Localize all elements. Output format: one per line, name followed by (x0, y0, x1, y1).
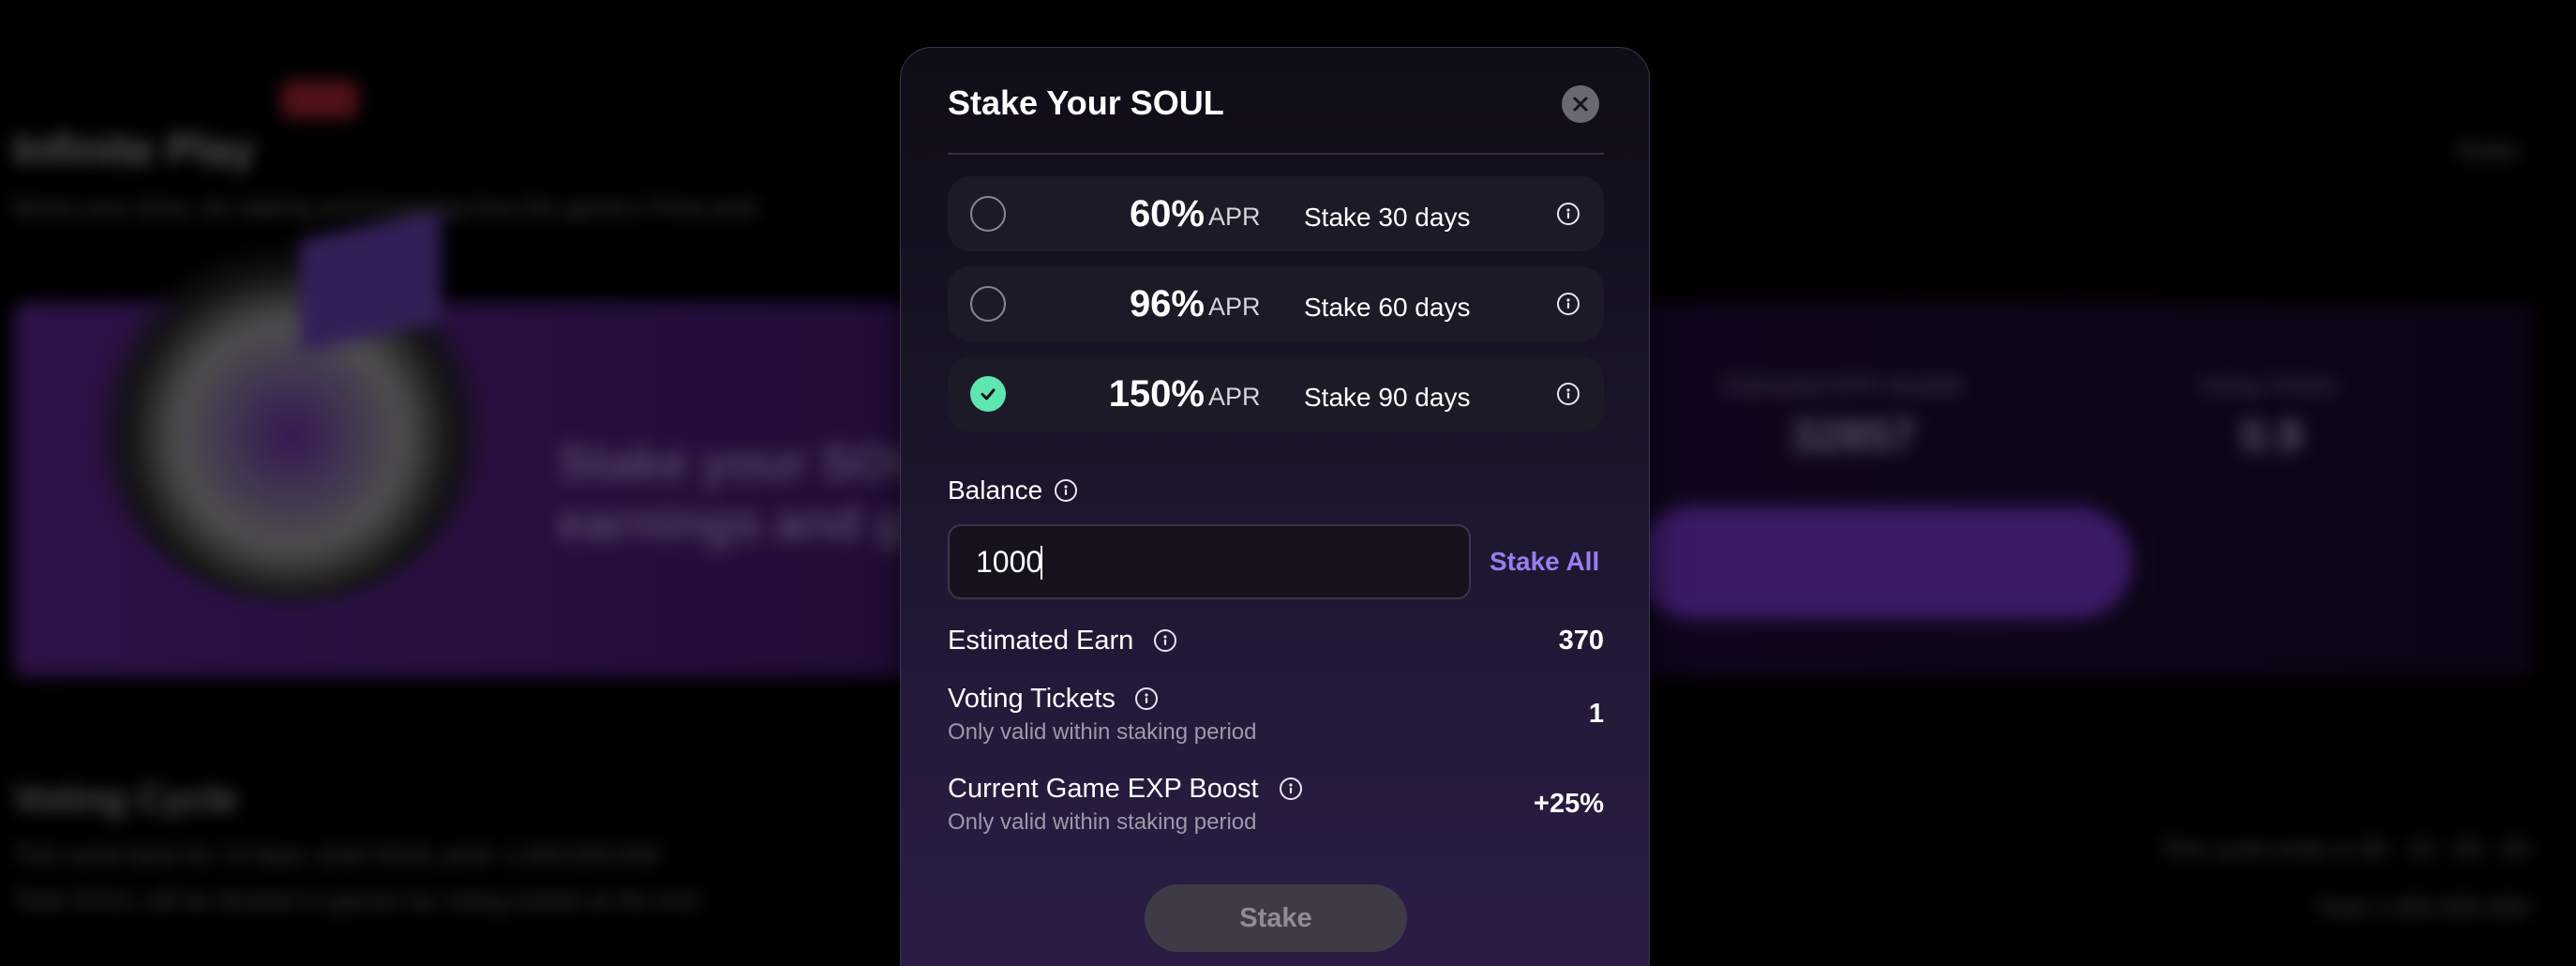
new-badge (281, 81, 358, 118)
stat-tickets-value: 0.9 (2240, 412, 2303, 461)
page-title: Infinite Play (13, 125, 256, 174)
close-button[interactable] (1562, 85, 1599, 123)
info-icon[interactable] (1055, 479, 1077, 502)
voting-tickets-label: Voting Tickets (948, 684, 1116, 714)
info-icon[interactable] (1557, 203, 1580, 225)
exp-boost-value: +25% (1534, 789, 1604, 819)
exp-boost-sub: Only valid within staking period (948, 809, 1257, 835)
stake-modal: Stake Your SOUL 60% APR Stake 30 days 96… (900, 47, 1650, 966)
option-apr-percent: 150% (1108, 373, 1205, 415)
info-icon[interactable] (1280, 777, 1302, 800)
stake-option-60-days[interactable]: 96% APR Stake 60 days (948, 266, 1604, 341)
info-icon[interactable] (1557, 293, 1580, 315)
stake-option-90-days[interactable]: 150% APR Stake 90 days (948, 356, 1604, 431)
info-icon[interactable] (1154, 629, 1176, 652)
option-days-label: Stake 30 days (1304, 203, 1471, 232)
option-apr-label: APR (1208, 203, 1261, 231)
option-apr-label: APR (1208, 383, 1261, 411)
option-apr-percent: 60% (1129, 193, 1205, 234)
cycle-total: Total 1,000,000,000 (2314, 893, 2529, 921)
option-apr-label: APR (1208, 293, 1261, 321)
banner-text-line1: Stake your SOUL (558, 436, 956, 491)
option-radio[interactable] (970, 196, 1006, 232)
option-radio[interactable] (970, 286, 1006, 322)
stake-all-button[interactable]: Stake All (1490, 547, 1599, 577)
info-icon[interactable] (1135, 687, 1158, 710)
option-days-label: Stake 60 days (1304, 293, 1471, 322)
text-cursor (1041, 546, 1042, 580)
voting-cycle-line2: Total SOUL will be divided to games by v… (13, 885, 698, 913)
estimated-earn-label: Estimated Earn (948, 626, 1134, 656)
stat-apr-label: Estimated APR Variable (1725, 373, 1964, 399)
title-divider (948, 153, 1604, 155)
stake-button[interactable]: Stake (1145, 884, 1407, 952)
voting-cycle-line1: This cycle lasts for 14 days, total SOUL… (13, 840, 660, 868)
close-icon (1573, 97, 1588, 112)
option-radio-selected[interactable] (970, 376, 1006, 412)
estimated-earn-value: 370 (1558, 626, 1604, 656)
voting-tickets-value: 1 (1588, 699, 1604, 729)
stat-apr-value: 32857 (1790, 412, 1916, 461)
banner-text: Stake your SOUL earnings and gi (558, 433, 956, 553)
voting-cycle-title: Voting Cycle (13, 778, 238, 820)
voting-tickets-sub: Only valid within staking period (948, 719, 1257, 745)
balance-label: Balance (948, 475, 1043, 505)
rules-link[interactable]: Rules (2458, 136, 2520, 165)
banner-text-line2: earnings and gi (558, 496, 919, 551)
modal-title: Stake Your SOUL (948, 83, 1224, 122)
balance-input[interactable] (948, 524, 1471, 599)
stake-cta-button[interactable] (1636, 506, 2133, 619)
checkmark-icon (981, 388, 996, 400)
option-apr-percent: 96% (1129, 283, 1205, 325)
exp-boost-label: Current Game EXP Boost (948, 774, 1259, 804)
page-subtitle: Boost your drive, be staking and browsin… (13, 193, 758, 221)
stake-option-30-days[interactable]: 60% APR Stake 30 days (948, 176, 1604, 251)
stat-tickets-label: Voting Tickets (2198, 373, 2338, 399)
cycle-countdown: This cycle ends in 06 : 15 : 00 : 00 (2159, 835, 2529, 863)
option-days-label: Stake 90 days (1304, 383, 1471, 412)
info-icon[interactable] (1557, 383, 1580, 405)
